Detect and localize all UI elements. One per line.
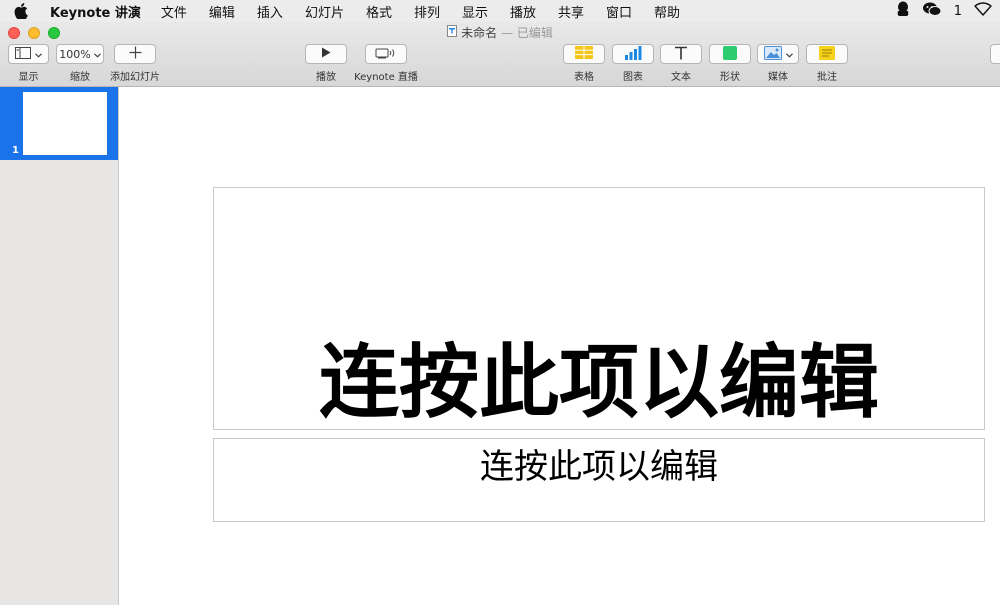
media-button[interactable] [757,44,799,64]
play-icon [321,47,331,61]
zoom-select[interactable]: 100% [56,44,104,64]
slide-title[interactable]: 连按此项以编辑 [214,343,984,423]
chart-tool: 图表 [612,44,654,83]
play-button[interactable] [305,44,347,64]
menu-file[interactable]: 文件 [161,2,187,21]
menu-insert[interactable]: 插入 [257,2,283,21]
text-button[interactable] [660,44,702,64]
media-label: 媒体 [768,72,788,83]
chevron-down-icon [35,48,42,61]
comment-tool: 批注 [806,44,848,83]
keynote-live-tool: Keynote 直播 [354,44,418,83]
keynote-live-button[interactable] [365,44,407,64]
add-slide-tool: 添加幻灯片 [110,44,160,83]
menu-help[interactable]: 帮助 [654,2,680,21]
zoom-tool: 100% 缩放 [56,44,104,83]
chart-label: 图表 [623,72,643,83]
broadcast-icon [375,47,397,62]
slide-thumbnail[interactable] [23,92,107,155]
keynote-doc-icon [447,25,458,40]
chevron-down-icon [785,48,793,61]
keynote-live-label: Keynote 直播 [354,72,418,83]
slide-thumbnail-selected[interactable]: 1 [0,87,118,160]
menu-play[interactable]: 播放 [510,2,536,21]
text-label: 文本 [671,72,691,83]
chevron-down-icon [93,48,101,61]
plus-icon [129,46,142,62]
format-panel-button[interactable] [990,44,1000,64]
comment-note-icon [819,45,835,63]
edited-status: — 已编辑 [501,26,553,40]
zoom-value: 100% [59,47,91,61]
menu-view[interactable]: 显示 [462,2,488,21]
minimize-window-button[interactable] [28,27,40,39]
table-label: 表格 [574,72,594,83]
play-label: 播放 [316,72,336,83]
table-tool: 表格 [563,44,605,83]
menu-window[interactable]: 窗口 [606,2,632,21]
zoom-label: 缩放 [70,72,90,83]
view-tool: 显示 [8,44,49,83]
fullscreen-window-button[interactable] [48,27,60,39]
qq-icon[interactable] [896,1,910,21]
sidebar-layout-icon [15,46,31,62]
document-name[interactable]: 未命名 [461,24,497,41]
media-tool: 媒体 [757,44,799,83]
menu-format[interactable]: 格式 [366,2,392,21]
slide-subtitle[interactable]: 连按此项以编辑 [214,448,984,486]
menu-edit[interactable]: 编辑 [209,2,235,21]
window-controls [8,27,60,39]
table-button[interactable] [563,44,605,64]
chart-button[interactable] [612,44,654,64]
menu-arrange[interactable]: 排列 [414,2,440,21]
status-count: 1 [953,3,962,19]
play-tool: 播放 [305,44,347,83]
subtitle-placeholder[interactable]: 连按此项以编辑 [213,438,985,522]
status-area: 1 [896,0,992,22]
wechat-icon[interactable] [922,1,942,21]
add-slide-label: 添加幻灯片 [110,72,160,83]
document-title: 未命名 — 已编辑 [0,24,1000,41]
comment-button[interactable] [806,44,848,64]
bar-chart-icon [624,45,642,63]
table-icon [575,46,593,62]
apple-icon[interactable] [14,3,30,19]
add-slide-button[interactable] [114,44,156,64]
view-button[interactable] [8,44,49,64]
slide-number: 1 [12,145,19,156]
menu-app-name[interactable]: Keynote 讲演 [50,2,141,21]
text-t-icon [674,46,688,63]
view-label: 显示 [18,72,39,83]
wifi-icon[interactable] [974,2,992,20]
menu-slide[interactable]: 幻灯片 [305,2,344,21]
menu-bar: Keynote 讲演 文件 编辑 插入 幻灯片 格式 排列 显示 播放 共享 窗… [0,0,1000,22]
text-tool: 文本 [660,44,702,83]
window-toolbar: 未命名 — 已编辑 显示 100% 缩放 添加幻灯片 播放 Keynote 直播… [0,22,1000,87]
shape-tool: 形状 [709,44,751,83]
menu-share[interactable]: 共享 [558,2,584,21]
slide-canvas[interactable]: 连按此项以编辑 连按此项以编辑 [119,87,1000,605]
shape-square-icon [723,45,737,63]
shape-button[interactable] [709,44,751,64]
image-icon [763,45,782,63]
close-window-button[interactable] [8,27,20,39]
shape-label: 形状 [720,72,740,83]
title-placeholder[interactable]: 连按此项以编辑 [213,187,985,430]
comment-label: 批注 [817,72,837,83]
slide-navigator: 1 [0,87,119,605]
